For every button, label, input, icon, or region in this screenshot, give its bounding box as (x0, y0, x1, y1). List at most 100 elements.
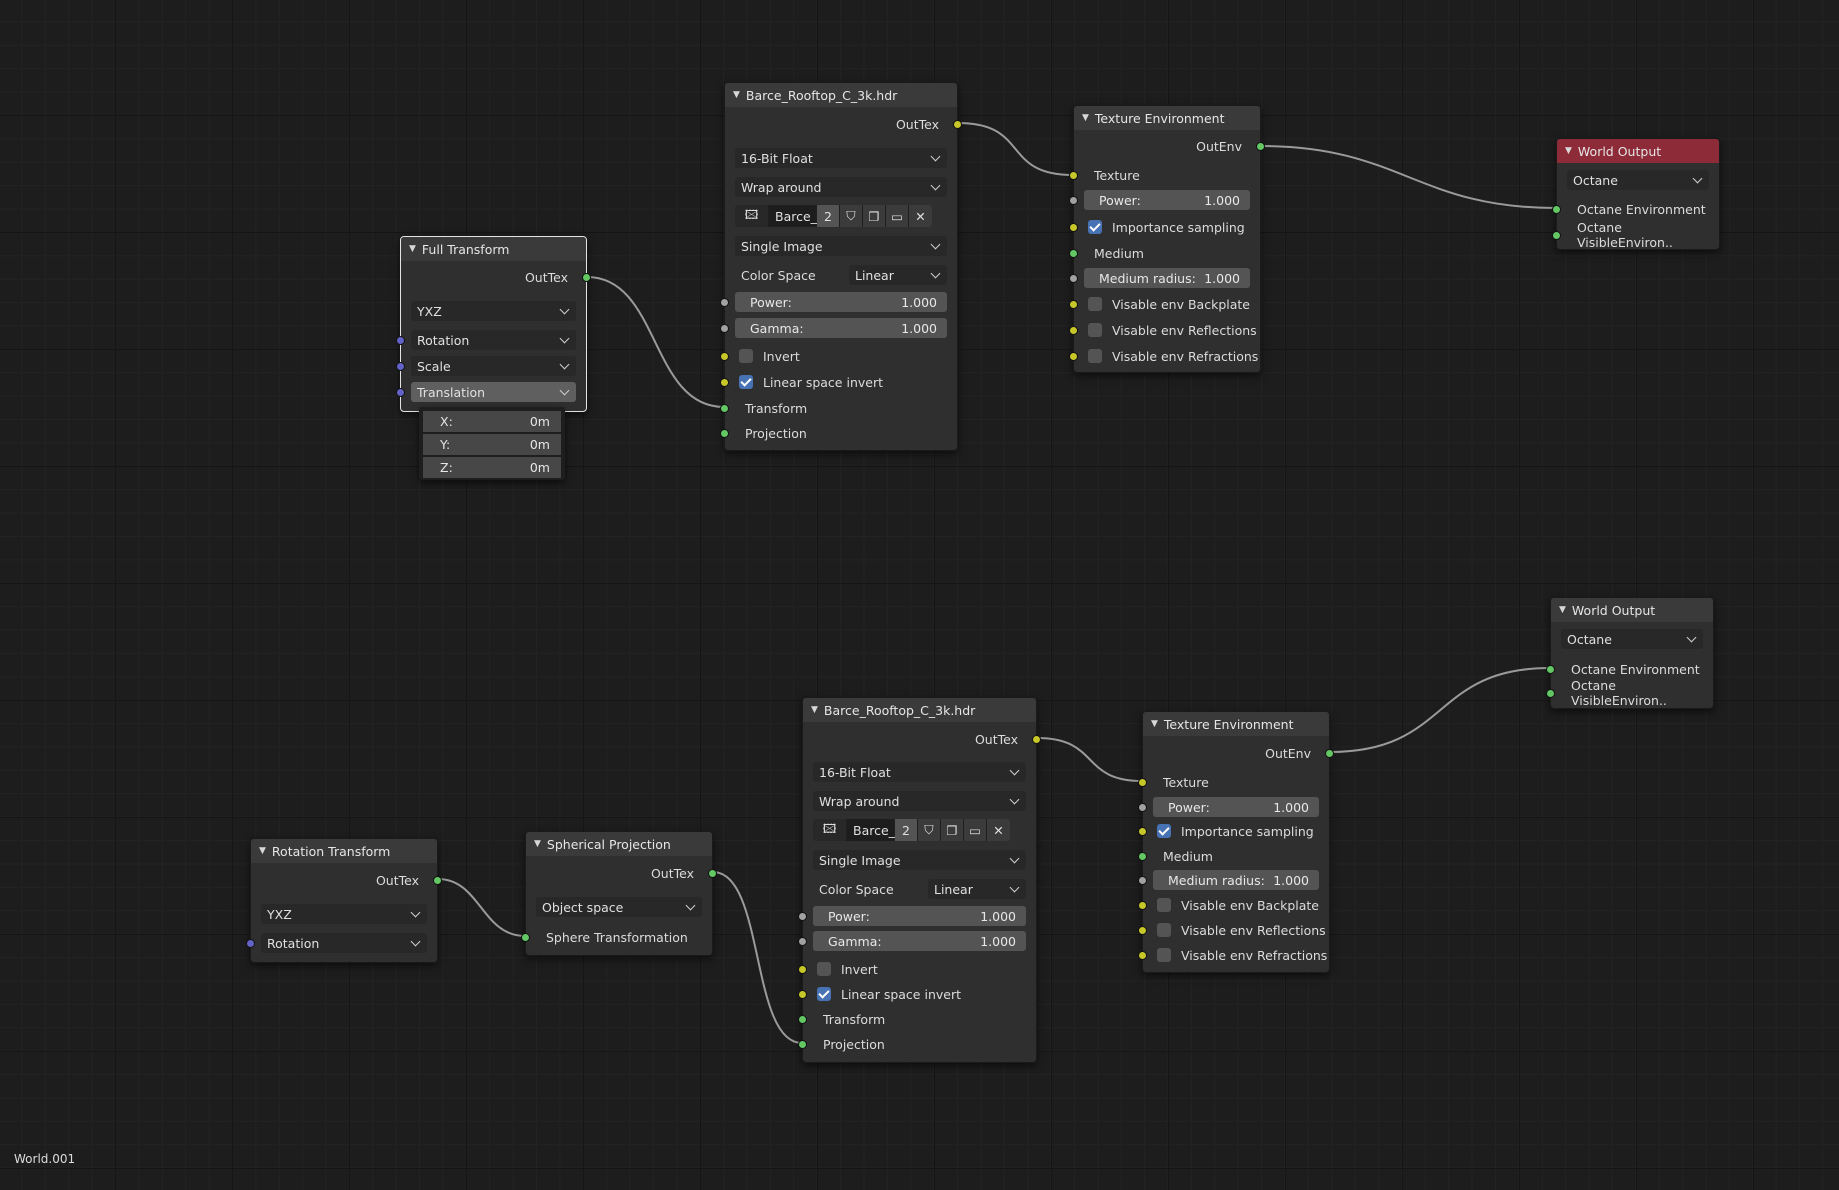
checkbox[interactable] (1157, 923, 1171, 937)
visable-backplate-checkbox[interactable]: Visable env Backplate (1069, 293, 1260, 315)
linear-space-invert-checkbox[interactable]: Linear space invert (798, 983, 1036, 1005)
node-header[interactable]: ▼ Spherical Projection (526, 832, 712, 856)
socket-in[interactable] (396, 387, 405, 397)
node-image-texture-1[interactable]: ▼ Barce_Rooftop_C_3k.hdr OutTex 16-Bit Fl… (720, 82, 962, 451)
wrap-mode-dropdown[interactable]: Wrap around (813, 791, 1026, 811)
checkbox[interactable] (1157, 824, 1171, 838)
socket-in[interactable] (1138, 826, 1147, 836)
collapse-triangle-icon[interactable]: ▼ (1082, 113, 1089, 123)
node-header[interactable]: ▼ Barce_Rooftop_C_3k.hdr (803, 698, 1036, 722)
importance-sampling-checkbox[interactable]: Importance sampling (1069, 216, 1260, 238)
socket-in[interactable] (1069, 325, 1078, 335)
node-texture-environment-2[interactable]: ▼ Texture Environment OutEnv Texture Powe… (1138, 711, 1334, 973)
socket-in[interactable] (1069, 248, 1078, 258)
node-header[interactable]: ▼ World Output (1557, 139, 1719, 163)
socket-out[interactable] (708, 868, 717, 878)
socket-out[interactable] (433, 875, 442, 885)
folder-icon[interactable]: ▭ (964, 819, 987, 841)
translation-dropdown[interactable]: Translation (396, 382, 576, 402)
collapse-triangle-icon[interactable]: ▼ (1151, 719, 1158, 729)
visable-refractions-checkbox[interactable]: Visable env Refractions (1069, 345, 1260, 367)
checkbox[interactable] (739, 375, 753, 389)
socket-in[interactable] (521, 932, 530, 942)
power-slider[interactable]: Power: 1.000 (798, 906, 1026, 926)
render-target-dropdown[interactable]: Octane (1567, 170, 1709, 190)
bit-depth-dropdown[interactable]: 16-Bit Float (813, 762, 1026, 782)
socket-in[interactable] (1138, 802, 1147, 812)
image-icon[interactable]: 🖾 (735, 205, 769, 227)
socket-in[interactable] (1138, 950, 1147, 960)
image-source-dropdown[interactable]: Single Image (813, 850, 1026, 870)
image-users-count[interactable]: 2 (817, 205, 840, 227)
socket-in[interactable] (1069, 273, 1078, 283)
collapse-triangle-icon[interactable]: ▼ (259, 846, 266, 856)
socket-in[interactable] (1069, 299, 1078, 309)
rotation-dropdown[interactable]: Rotation (246, 933, 427, 953)
checkbox[interactable] (1157, 898, 1171, 912)
power-slider[interactable]: Power: 1.000 (1138, 797, 1319, 817)
duplicate-icon[interactable]: ❐ (863, 205, 886, 227)
collapse-triangle-icon[interactable]: ▼ (733, 90, 740, 100)
socket-in[interactable] (1069, 351, 1078, 361)
socket-in[interactable] (396, 335, 405, 345)
importance-sampling-checkbox[interactable]: Importance sampling (1138, 820, 1329, 842)
socket-in[interactable] (798, 989, 807, 999)
rotation-order-dropdown[interactable]: YXZ (261, 904, 427, 924)
socket-in[interactable] (396, 361, 405, 371)
socket-in[interactable] (798, 936, 807, 946)
collapse-triangle-icon[interactable]: ▼ (1559, 605, 1566, 615)
socket-in[interactable] (1138, 925, 1147, 935)
image-source-dropdown[interactable]: Single Image (735, 236, 947, 256)
linear-space-invert-checkbox[interactable]: Linear space invert (720, 371, 957, 393)
node-header[interactable]: ▼ Rotation Transform (251, 839, 437, 863)
socket-in[interactable] (246, 938, 255, 948)
visable-refractions-checkbox[interactable]: Visable env Refractions (1138, 944, 1329, 966)
collapse-triangle-icon[interactable]: ▼ (1565, 146, 1572, 156)
checkbox[interactable] (1088, 297, 1102, 311)
socket-in[interactable] (1552, 204, 1561, 214)
node-texture-environment-1[interactable]: ▼ Texture Environment OutEnv Texture Powe… (1069, 105, 1265, 373)
checkbox[interactable] (817, 962, 831, 976)
power-slider[interactable]: Power: 1.000 (1069, 190, 1250, 210)
socket-in[interactable] (798, 911, 807, 921)
checkbox[interactable] (1088, 323, 1102, 337)
socket-in[interactable] (1552, 230, 1561, 240)
folder-icon[interactable]: ▭ (886, 205, 909, 227)
translation-z-field[interactable]: Z: 0m (423, 457, 561, 478)
collapse-triangle-icon[interactable]: ▼ (534, 839, 541, 849)
socket-in[interactable] (720, 403, 729, 413)
checkbox[interactable] (1088, 220, 1102, 234)
duplicate-icon[interactable]: ❐ (941, 819, 964, 841)
socket-in[interactable] (1138, 900, 1147, 910)
power-slider[interactable]: Power: 1.000 (720, 292, 947, 312)
socket-in[interactable] (1069, 222, 1078, 232)
gamma-slider[interactable]: Gamma: 1.000 (720, 318, 947, 338)
shield-icon[interactable]: ⛉ (918, 819, 941, 841)
socket-in[interactable] (1138, 777, 1147, 787)
collapse-triangle-icon[interactable]: ▼ (409, 244, 416, 254)
visable-reflections-checkbox[interactable]: Visable env Reflections (1138, 919, 1329, 941)
socket-out[interactable] (1256, 141, 1265, 151)
socket-in[interactable] (720, 323, 729, 333)
node-header[interactable]: ▼ World Output (1551, 598, 1713, 622)
socket-in[interactable] (1138, 875, 1147, 885)
invert-checkbox[interactable]: Invert (720, 345, 957, 367)
gamma-slider[interactable]: Gamma: 1.000 (798, 931, 1026, 951)
socket-out[interactable] (1032, 734, 1041, 744)
render-target-dropdown[interactable]: Octane (1561, 629, 1703, 649)
close-icon[interactable]: ✕ (909, 205, 932, 227)
image-users-count[interactable]: 2 (895, 819, 918, 841)
visable-backplate-checkbox[interactable]: Visable env Backplate (1138, 894, 1329, 916)
node-spherical-projection[interactable]: ▼ Spherical Projection OutTex Object spac… (521, 831, 717, 956)
translation-y-field[interactable]: Y: 0m (423, 434, 561, 455)
rotation-dropdown[interactable]: Rotation (396, 330, 576, 350)
scale-dropdown[interactable]: Scale (396, 356, 576, 376)
medium-radius-slider[interactable]: Medium radius: 1.000 (1138, 870, 1319, 890)
socket-in[interactable] (720, 297, 729, 307)
node-rotation-transform[interactable]: ▼ Rotation Transform OutTex YXZ Rotation (246, 838, 442, 963)
checkbox[interactable] (1088, 349, 1102, 363)
translation-x-field[interactable]: X: 0m (423, 411, 561, 432)
node-header[interactable]: ▼ Barce_Rooftop_C_3k.hdr (725, 83, 957, 107)
bit-depth-dropdown[interactable]: 16-Bit Float (735, 148, 947, 168)
socket-in[interactable] (1069, 170, 1078, 180)
